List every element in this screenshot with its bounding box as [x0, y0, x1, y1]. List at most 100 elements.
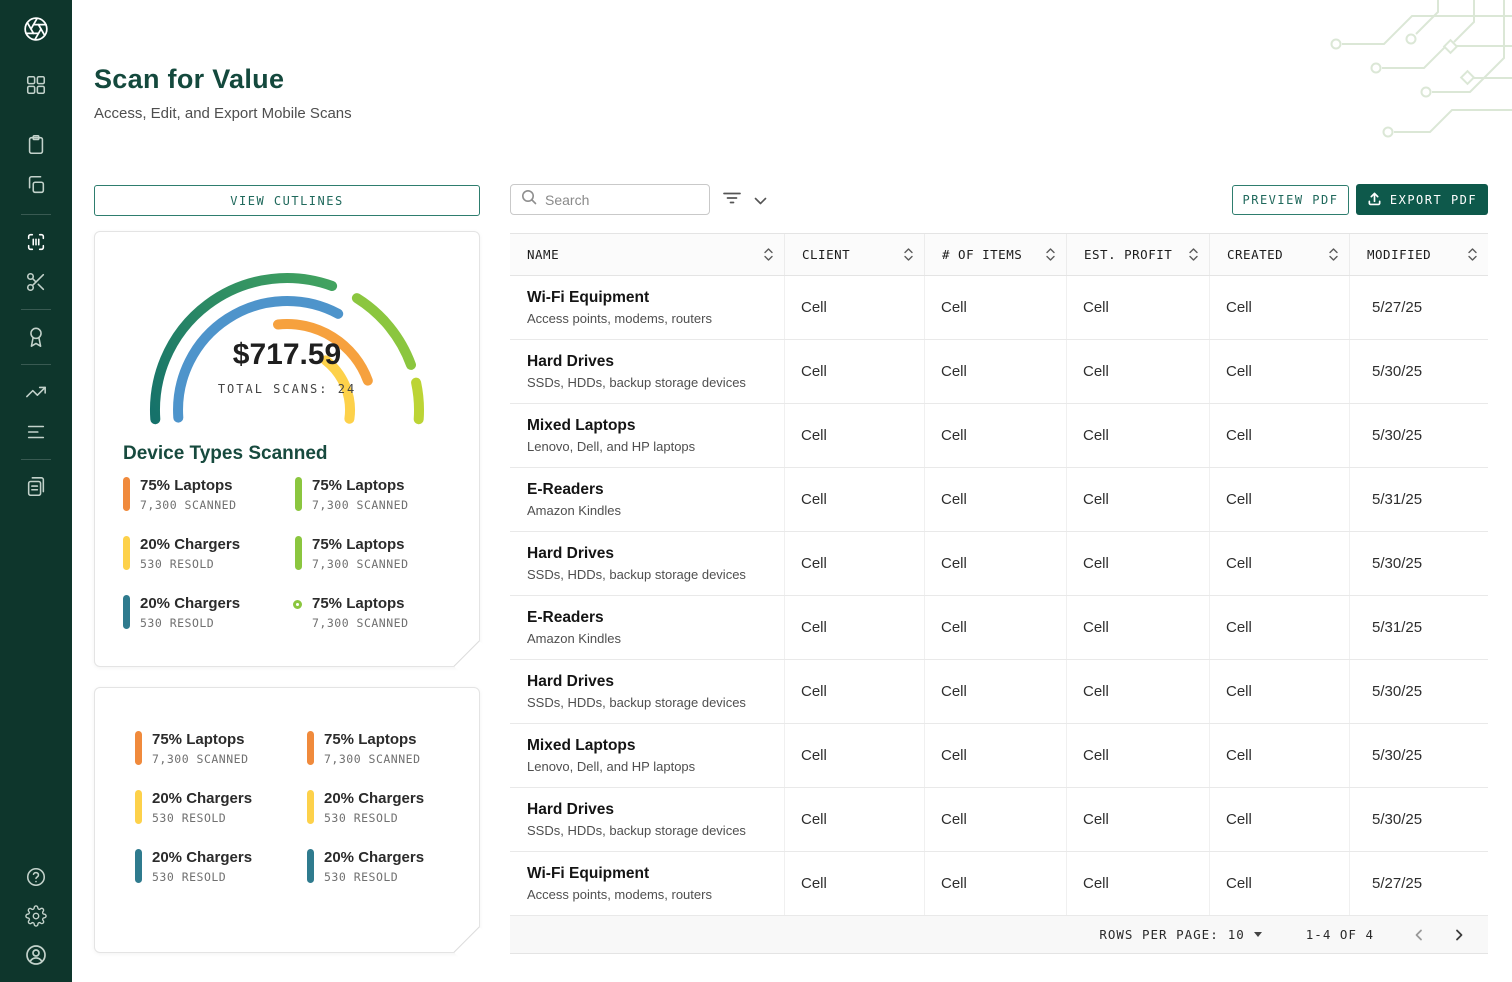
gauge-scans-label: TOTAL SCANS: 24: [217, 382, 357, 396]
row-description: SSDs, HDDs, backup storage devices: [527, 375, 746, 390]
profit-cell: Cell: [1067, 276, 1210, 339]
name-cell: E-Readers Amazon Kindles: [510, 596, 785, 659]
profit-cell: Cell: [1067, 788, 1210, 851]
documents-icon[interactable]: [23, 474, 49, 500]
sort-icon: [1329, 248, 1338, 261]
row-title: Wi-Fi Equipment: [527, 865, 650, 882]
legend-bar-green: [295, 536, 302, 570]
row-description: SSDs, HDDs, backup storage devices: [527, 695, 746, 710]
rows-per-page-label: ROWS PER PAGE:: [1099, 927, 1219, 942]
legend-sublabel: 530 RESOLD: [140, 557, 215, 571]
rows-per-page-select[interactable]: ROWS PER PAGE: 10: [1099, 927, 1262, 942]
barcode-scan-icon[interactable]: [23, 229, 49, 255]
legend-item: 75% Laptops 7,300 SCANNED: [135, 731, 307, 766]
column-header-profit[interactable]: EST. PROFIT: [1067, 234, 1210, 275]
created-cell: Cell: [1210, 596, 1350, 659]
row-title: Mixed Laptops: [527, 737, 636, 754]
modified-cell: 5/30/25: [1372, 555, 1423, 572]
table-header-row: NAME CLIENT # OF ITEMS EST. PROFIT CREAT…: [510, 234, 1488, 276]
dashboard-icon[interactable]: [23, 72, 49, 98]
created-cell: Cell: [1210, 468, 1350, 531]
name-cell: Hard Drives SSDs, HDDs, backup storage de…: [510, 788, 785, 851]
modified-cell: 5/30/25: [1372, 811, 1423, 828]
modified-cell: 5/27/25: [1372, 875, 1423, 892]
export-pdf-label: EXPORT PDF: [1389, 192, 1478, 207]
profit-cell: Cell: [1067, 596, 1210, 659]
trending-up-icon[interactable]: [23, 379, 49, 405]
settings-gear-icon[interactable]: [23, 903, 49, 929]
column-header-items[interactable]: # OF ITEMS: [925, 234, 1067, 275]
table-row[interactable]: Wi-Fi Equipment Access points, modems, ro…: [510, 276, 1488, 340]
sidebar-divider: [21, 364, 51, 365]
sidebar-divider: [21, 459, 51, 460]
column-header-name[interactable]: NAME: [510, 234, 785, 275]
table-row[interactable]: Wi-Fi Equipment Access points, modems, ro…: [510, 852, 1488, 916]
scissors-icon[interactable]: [23, 269, 49, 295]
legend-bar-teal: [307, 849, 314, 883]
name-cell: Mixed Laptops Lenovo, Dell, and HP laptop…: [510, 404, 785, 467]
sidebar-divider: [21, 214, 51, 215]
table-row[interactable]: E-Readers Amazon Kindles Cell Cell Cell C…: [510, 596, 1488, 660]
column-header-modified[interactable]: MODIFIED: [1350, 234, 1488, 275]
name-cell: Hard Drives SSDs, HDDs, backup storage de…: [510, 532, 785, 595]
summary-legend: 75% Laptops 7,300 SCANNED 75% Laptops 7,…: [95, 688, 479, 884]
summary-legend-card: 75% Laptops 7,300 SCANNED 75% Laptops 7,…: [94, 687, 505, 978]
legend-item: 75% Laptops 7,300 SCANNED: [307, 731, 479, 766]
row-description: Amazon Kindles: [527, 631, 621, 646]
table-row[interactable]: Mixed Laptops Lenovo, Dell, and HP laptop…: [510, 404, 1488, 468]
search-input[interactable]: [545, 191, 699, 208]
previous-page-button[interactable]: [1406, 922, 1432, 948]
help-icon[interactable]: [23, 864, 49, 890]
legend-label: 75% Laptops: [312, 536, 405, 553]
copy-icon[interactable]: [23, 172, 49, 198]
legend-sublabel: 530 RESOLD: [152, 870, 227, 884]
client-cell: Cell: [785, 724, 925, 787]
legend-label: 20% Chargers: [324, 849, 425, 866]
sort-icon: [1189, 248, 1198, 261]
account-icon[interactable]: [23, 942, 49, 968]
table-row[interactable]: Hard Drives SSDs, HDDs, backup storage de…: [510, 660, 1488, 724]
column-header-client[interactable]: CLIENT: [785, 234, 925, 275]
table-row[interactable]: E-Readers Amazon Kindles Cell Cell Cell C…: [510, 468, 1488, 532]
pagination-range: 1-4 OF 4: [1305, 927, 1374, 942]
column-header-created[interactable]: CREATED: [1210, 234, 1350, 275]
device-types-heading: Device Types Scanned: [123, 443, 328, 464]
profit-cell: Cell: [1067, 724, 1210, 787]
preview-pdf-button[interactable]: PREVIEW PDF: [1232, 185, 1349, 215]
medal-icon[interactable]: [23, 324, 49, 350]
legend-sublabel: 530 RESOLD: [140, 616, 215, 630]
client-cell: Cell: [785, 660, 925, 723]
table-row[interactable]: Hard Drives SSDs, HDDs, backup storage de…: [510, 788, 1488, 852]
row-title: Hard Drives: [527, 353, 615, 370]
page-subtitle: Access, Edit, and Export Mobile Scans: [94, 105, 352, 122]
filter-dropdown[interactable]: [722, 189, 767, 212]
profit-cell: Cell: [1067, 852, 1210, 915]
legend-bar-green: [295, 477, 302, 511]
table-row[interactable]: Hard Drives SSDs, HDDs, backup storage de…: [510, 340, 1488, 404]
legend-bar-teal: [135, 849, 142, 883]
legend-item: 20% Chargers 530 RESOLD: [307, 790, 479, 825]
export-pdf-button[interactable]: EXPORT PDF: [1356, 184, 1488, 215]
search-box: [510, 184, 710, 215]
column-label: CLIENT: [802, 247, 851, 262]
row-title: Hard Drives: [527, 545, 615, 562]
next-page-button[interactable]: [1446, 922, 1472, 948]
table-footer: ROWS PER PAGE: 10 1-4 OF 4: [510, 916, 1488, 954]
upload-icon: [1367, 191, 1382, 209]
view-cutlines-button[interactable]: VIEW CUTLINES: [94, 185, 480, 216]
main-content: Scan for Value Access, Edit, and Export …: [72, 0, 1512, 982]
client-cell: Cell: [785, 852, 925, 915]
legend-label: 75% Laptops: [312, 477, 405, 494]
items-cell: Cell: [925, 340, 1067, 403]
items-cell: Cell: [925, 724, 1067, 787]
table-row[interactable]: Hard Drives SSDs, HDDs, backup storage de…: [510, 532, 1488, 596]
list-icon[interactable]: [23, 419, 49, 445]
modified-cell: 5/30/25: [1372, 683, 1423, 700]
sort-icon: [904, 248, 913, 261]
items-cell: Cell: [925, 468, 1067, 531]
legend-label: 20% Chargers: [152, 790, 253, 807]
table-row[interactable]: Mixed Laptops Lenovo, Dell, and HP laptop…: [510, 724, 1488, 788]
legend-item: 20% Chargers 530 RESOLD: [307, 849, 479, 884]
clipboard-icon[interactable]: [23, 132, 49, 158]
created-cell: Cell: [1210, 852, 1350, 915]
